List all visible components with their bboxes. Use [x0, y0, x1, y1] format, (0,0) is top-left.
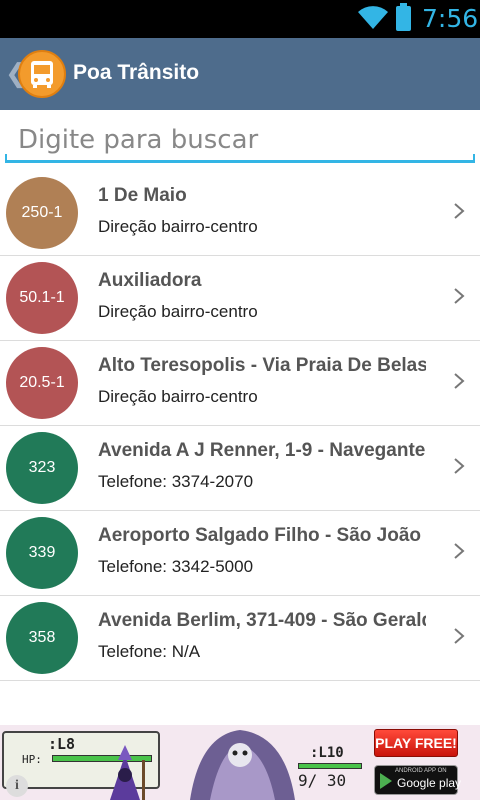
line-code: 50.1-1: [19, 289, 65, 306]
line-subtitle: Direção bairro-centro: [98, 217, 258, 236]
ghost-sprite: [190, 730, 295, 800]
list-item[interactable]: 339 Aeroporto Salgado Filho - São João T…: [0, 511, 480, 596]
chevron-right-icon: [454, 543, 465, 559]
list-item[interactable]: 50.1-1 Auxiliadora Direção bairro-centro: [0, 256, 480, 341]
wifi-icon: [358, 6, 388, 29]
line-code-badge: 50.1-1: [6, 262, 78, 334]
line-subtitle: Direção bairro-centro: [98, 387, 258, 406]
player-level: :L8: [48, 735, 76, 753]
line-code-badge: 250-1: [6, 177, 78, 249]
info-icon[interactable]: i: [6, 775, 28, 797]
line-name: Avenida A J Renner, 1-9 - Navegantes: [98, 440, 426, 461]
line-code: 339: [28, 544, 56, 561]
enemy-hp-box: :L10 9/ 30: [298, 745, 370, 793]
line-subtitle: Telefone: 3342-5000: [98, 557, 254, 576]
search-input[interactable]: [6, 120, 474, 160]
list-item[interactable]: 323 Avenida A J Renner, 1-9 - Navegantes…: [0, 426, 480, 511]
line-subtitle: Telefone: N/A: [98, 642, 201, 661]
status-bar: 7:56: [0, 0, 480, 38]
line-name: Auxiliadora: [98, 270, 202, 291]
play-free-button[interactable]: PLAY FREE!: [374, 729, 458, 757]
hp-label: HP:: [22, 753, 42, 766]
wizard-sprite: [110, 745, 145, 800]
app-title: Poa Trânsito: [73, 61, 200, 84]
clock: 7:56: [422, 4, 479, 33]
line-name: Avenida Berlim, 371-409 - São Geraldo: [98, 610, 426, 631]
enemy-hp-bar: [298, 763, 362, 769]
chevron-right-icon: [454, 288, 465, 304]
chevron-right-icon: [454, 203, 465, 219]
line-name: Aeroporto Salgado Filho - São João: [98, 525, 422, 546]
action-bar: ❮ Poa Trânsito: [0, 38, 480, 110]
line-list: 250-1 1 De Maio Direção bairro-centro 50…: [0, 171, 480, 681]
line-name: Alto Teresopolis - Via Praia De Belas: [98, 355, 426, 376]
bus-icon[interactable]: [18, 50, 66, 98]
line-code-badge: 20.5-1: [6, 347, 78, 419]
line-code: 323: [28, 459, 56, 476]
line-code: 358: [28, 629, 56, 646]
line-code-badge: 358: [6, 602, 78, 674]
line-code-badge: 339: [6, 517, 78, 589]
info-glyph: i: [15, 778, 19, 793]
store-big-text: Google play: [397, 776, 462, 790]
google-play-badge[interactable]: ANDROID APP ON Google play: [374, 765, 462, 795]
line-code-badge: 323: [6, 432, 78, 504]
enemy-level: :L10: [310, 745, 344, 761]
play-store-icon: [380, 773, 392, 789]
line-code: 20.5-1: [19, 374, 65, 391]
chevron-right-icon: [454, 458, 465, 474]
line-subtitle: Telefone: 3374-2070: [98, 472, 254, 491]
list-item[interactable]: 250-1 1 De Maio Direção bairro-centro: [0, 171, 480, 256]
line-subtitle: Direção bairro-centro: [98, 302, 258, 321]
line-name: 1 De Maio: [98, 185, 187, 206]
chevron-right-icon: [454, 373, 465, 389]
list-item[interactable]: 358 Avenida Berlim, 371-409 - São Gerald…: [0, 596, 480, 681]
ad-banner[interactable]: :L8 HP: :L10 9/ 30 PLAY FREE! ANDROID AP…: [0, 725, 480, 800]
store-small-text: ANDROID APP ON: [395, 768, 447, 774]
search-bar: [0, 112, 480, 168]
line-code: 250-1: [21, 204, 63, 221]
list-item[interactable]: 20.5-1 Alto Teresopolis - Via Praia De B…: [0, 341, 480, 426]
chevron-right-icon: [454, 628, 465, 644]
battery-icon: [396, 3, 411, 31]
search-underline: [5, 154, 475, 163]
hp-numbers: 9/ 30: [298, 771, 347, 790]
